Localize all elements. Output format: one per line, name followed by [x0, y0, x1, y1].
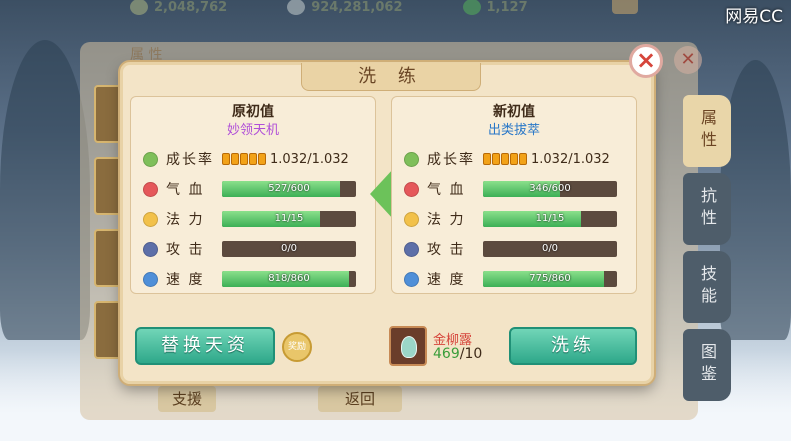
side-tab-list: 属性 抗性 技能 图鉴 [683, 95, 731, 407]
speed-icon [143, 271, 158, 287]
currency-silver-amount: 924,281,062 [311, 0, 403, 15]
new-heading: 新初值 [493, 104, 535, 120]
currency-gold: 2,048,762 [130, 0, 227, 15]
speed-icon [404, 271, 419, 287]
dialog-title: 洗 练 [301, 63, 481, 91]
stat-row-mp: 法 力 11/15 [404, 209, 630, 229]
stat-row-attack: 攻 击 0/0 [143, 239, 369, 259]
heart-icon [143, 181, 158, 197]
stat-bar: 0/0 [483, 241, 617, 257]
stat-row-speed: 速 度 818/860 [143, 269, 369, 289]
tab-codex[interactable]: 图鉴 [683, 329, 731, 401]
stat-bar: 11/15 [483, 211, 617, 227]
currency-jade: 1,127 [462, 0, 528, 15]
original-aptitude: 妙领天机 [226, 123, 279, 138]
stat-row-hp: 气 血 346/600 [404, 179, 630, 199]
leaf-icon [404, 151, 419, 167]
stat-bar-text: 818/860 [268, 273, 310, 284]
growth-stars [222, 153, 266, 165]
growth-row: 成长率 1.032/1.032 [143, 149, 369, 169]
currency-silver: 924,281,062 [287, 0, 403, 15]
stat-bar: 527/600 [222, 181, 356, 197]
silver-ingot-icon [287, 0, 306, 15]
mana-icon [404, 211, 419, 227]
stat-bar-text: 11/15 [535, 213, 565, 224]
refine-button[interactable]: 洗练 [509, 327, 637, 365]
stat-bar-text: 11/15 [274, 213, 304, 224]
currency-gold-amount: 2,048,762 [154, 0, 228, 15]
background-tree [0, 40, 90, 340]
close-button[interactable]: × [629, 44, 663, 78]
gold-coin-icon [130, 0, 148, 15]
new-values-panel: 新初值 出类拔萃 成长率 1.032/1.032 气 血 346/600 法 力… [391, 96, 637, 294]
growth-row: 成长率 1.032/1.032 [404, 149, 630, 169]
stat-label: 攻 击 [166, 242, 205, 258]
mana-icon [143, 211, 158, 227]
jade-icon [462, 0, 481, 15]
stat-label: 法 力 [427, 212, 466, 228]
replace-aptitude-button[interactable]: 替换天资 [135, 327, 275, 365]
stat-bar-text: 346/600 [529, 183, 571, 194]
stat-bar-text: 0/0 [541, 243, 559, 254]
stat-label: 气 血 [166, 182, 205, 198]
stat-bar: 346/600 [483, 181, 617, 197]
sword-icon [404, 241, 419, 257]
new-aptitude: 出类拔萃 [487, 123, 540, 138]
stat-label: 速 度 [427, 272, 466, 288]
growth-value: 1.032/1.032 [270, 151, 349, 167]
growth-stars [483, 153, 527, 165]
tab-skills[interactable]: 技能 [683, 251, 731, 323]
stat-row-mp: 法 力 11/15 [143, 209, 369, 229]
menu-badge-icon[interactable] [612, 0, 638, 14]
stat-bar: 11/15 [222, 211, 356, 227]
potion-bottle-icon [401, 336, 417, 358]
item-slot[interactable] [389, 326, 427, 366]
stat-bar-text: 0/0 [280, 243, 298, 254]
growth-label: 成长率 [427, 152, 475, 168]
original-heading: 原初值 [232, 104, 274, 120]
item-need: 10 [464, 346, 483, 362]
tab-attributes[interactable]: 属性 [683, 95, 731, 167]
growth-value: 1.032/1.032 [531, 151, 610, 167]
item-have: 469 [433, 346, 460, 362]
assist-button[interactable]: 支援 [158, 386, 216, 412]
stat-row-speed: 速 度 775/860 [404, 269, 630, 289]
heart-icon [404, 181, 419, 197]
stat-bar: 775/860 [483, 271, 617, 287]
stat-row-hp: 气 血 527/600 [143, 179, 369, 199]
stat-bar-text: 527/600 [268, 183, 310, 194]
stat-bar: 0/0 [222, 241, 356, 257]
original-values-panel: 原初值 妙领天机 成长率 1.032/1.032 气 血 527/600 法 力… [130, 96, 376, 294]
stat-label: 攻 击 [427, 242, 466, 258]
stat-label: 法 力 [166, 212, 205, 228]
attribute-window-title: 属 性 [130, 47, 163, 63]
stat-row-attack: 攻 击 0/0 [404, 239, 630, 259]
stat-bar: 818/860 [222, 271, 356, 287]
currency-jade-amount: 1,127 [486, 0, 528, 15]
tab-resistance[interactable]: 抗性 [683, 173, 731, 245]
currency-bar: 2,048,762 924,281,062 1,127 [130, 0, 528, 18]
sword-icon [143, 241, 158, 257]
stat-bar-text: 775/860 [529, 273, 571, 284]
reward-seal-icon[interactable]: 奖励 [282, 332, 312, 362]
watermark-logo: 网易CC [725, 7, 783, 27]
stat-label: 气 血 [427, 182, 466, 198]
growth-label: 成长率 [166, 152, 214, 168]
attribute-window-close-icon[interactable]: ✕ [674, 46, 702, 74]
stat-label: 速 度 [166, 272, 205, 288]
item-count: 469/10 [433, 346, 483, 362]
return-button[interactable]: 返回 [318, 386, 402, 412]
leaf-icon [143, 151, 158, 167]
